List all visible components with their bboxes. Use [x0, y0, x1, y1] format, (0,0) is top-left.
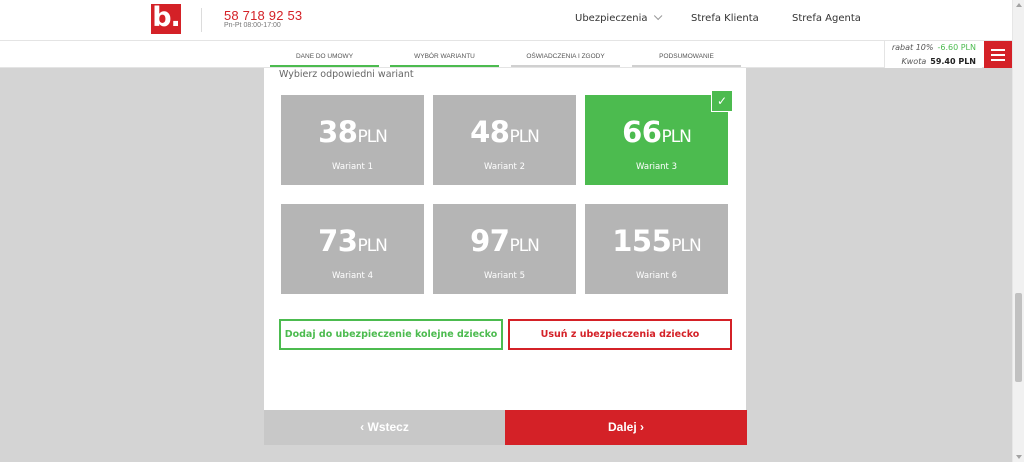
variant-name: Wariant 2: [484, 162, 525, 172]
hamburger-menu-icon[interactable]: [984, 41, 1012, 68]
step-label: OŚWIADCZENIA I ZGODY: [526, 53, 605, 60]
variant-price: 48PLN: [433, 115, 576, 149]
variant-name: Wariant 5: [484, 271, 525, 281]
chevron-down-icon: [653, 11, 662, 21]
variant-price: 97PLN: [433, 224, 576, 258]
scroll-up-arrow-icon[interactable]: [1016, 3, 1022, 7]
step-oswiadczenia: OŚWIADCZENIA I ZGODY: [511, 53, 620, 67]
price-summary: rabat 10% -6.60 PLN Kwota 59.40 PLN: [884, 41, 982, 68]
step-progress-bar: [511, 65, 620, 67]
variant-name: Wariant 6: [636, 271, 677, 281]
step-progress-bar: [632, 65, 741, 67]
variant-panel: Wybierz odpowiedni wariant 38PLN Wariant…: [264, 68, 746, 410]
step-dane-do-umowy: DANE DO UMOWY: [270, 53, 379, 67]
nav-strefa-agenta[interactable]: Strefa Agenta: [792, 13, 861, 24]
nav-strefa-klienta[interactable]: Strefa Klienta: [691, 13, 759, 24]
page-scrollbar[interactable]: [1012, 0, 1024, 462]
variant-currency: PLN: [357, 127, 387, 147]
variant-amount: 73: [318, 224, 358, 258]
total-value: 59.40 PLN: [930, 57, 976, 66]
step-wybor-wariantu: WYBÓR WARIANTU: [390, 53, 499, 67]
variant-tile-6[interactable]: 155PLN Wariant 6: [585, 204, 728, 294]
total-label: Kwota: [901, 57, 927, 66]
variant-tile-3[interactable]: 66PLN Wariant 3 ✓: [585, 90, 733, 185]
step-progress-bar: [270, 65, 379, 67]
scroll-down-arrow-icon[interactable]: [1016, 455, 1022, 459]
nav-ubezpieczenia-label: Ubezpieczenia: [575, 13, 648, 24]
total-row: Kwota 59.40 PLN: [902, 57, 976, 66]
section-title: Wybierz odpowiedni wariant: [279, 69, 414, 80]
add-child-button[interactable]: Dodaj do ubezpieczenie kolejne dziecko: [279, 319, 503, 350]
header-divider: [201, 8, 202, 32]
variant-currency: PLN: [661, 127, 691, 147]
variant-tile-4[interactable]: 73PLN Wariant 4: [281, 204, 424, 294]
variant-currency: PLN: [671, 236, 701, 256]
variant-price: 73PLN: [281, 224, 424, 258]
progress-steps: DANE DO UMOWY WYBÓR WARIANTU OŚWIADCZENI…: [0, 41, 1012, 68]
step-progress-bar: [390, 65, 499, 67]
variant-price: 155PLN: [585, 224, 728, 258]
office-hours: Pn-Pt 08:00-17:00: [224, 22, 281, 29]
phone-number[interactable]: 58 718 92 53: [224, 8, 302, 23]
checkmark-icon: ✓: [711, 90, 733, 112]
scrollbar-thumb[interactable]: [1015, 293, 1022, 382]
discount-label: rabat 10%: [891, 43, 934, 52]
variant-currency: PLN: [509, 127, 539, 147]
variant-price: 66PLN: [585, 115, 728, 149]
logo[interactable]: b.: [151, 4, 181, 34]
variant-amount: 97: [470, 224, 510, 258]
variant-amount: 48: [470, 115, 510, 149]
variant-name: Wariant 3: [636, 162, 677, 172]
variant-name: Wariant 4: [332, 271, 373, 281]
variant-amount: 38: [318, 115, 358, 149]
discount-value: -6.60 PLN: [937, 43, 976, 52]
variant-amount: 155: [612, 224, 672, 258]
next-button[interactable]: Dalej ›: [505, 410, 747, 445]
top-header: b. 58 718 92 53 Pn-Pt 08:00-17:00 Ubezpi…: [0, 0, 1012, 41]
variant-tile-1[interactable]: 38PLN Wariant 1: [281, 95, 424, 185]
discount-row: rabat 10% -6.60 PLN: [892, 43, 976, 52]
step-label: WYBÓR WARIANTU: [414, 53, 475, 60]
step-podsumowanie: PODSUMOWANIE: [632, 53, 741, 67]
variant-amount: 66: [622, 115, 662, 149]
variant-name: Wariant 1: [332, 162, 373, 172]
variant-tile-5[interactable]: 97PLN Wariant 5: [433, 204, 576, 294]
nav-ubezpieczenia[interactable]: Ubezpieczenia: [575, 11, 662, 24]
remove-child-button[interactable]: Usuń z ubezpieczenia dziecko: [508, 319, 732, 350]
back-button[interactable]: ‹ Wstecz: [264, 410, 505, 445]
step-label: PODSUMOWANIE: [659, 53, 714, 60]
variant-price: 38PLN: [281, 115, 424, 149]
variant-currency: PLN: [357, 236, 387, 256]
variant-tile-2[interactable]: 48PLN Wariant 2: [433, 95, 576, 185]
variant-currency: PLN: [509, 236, 539, 256]
step-label: DANE DO UMOWY: [295, 53, 354, 60]
